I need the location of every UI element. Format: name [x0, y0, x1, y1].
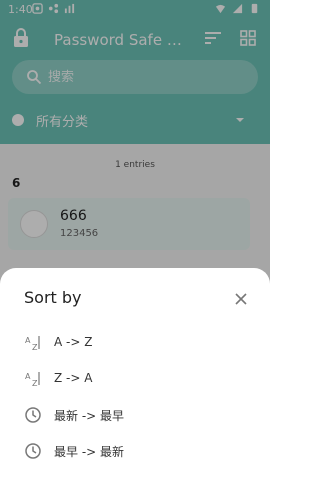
sort-option-label: Z -> A — [54, 371, 93, 385]
sort-option-label: 最早 -> 最新 — [54, 445, 125, 459]
svg-text:A: A — [25, 336, 31, 345]
clock-icon — [25, 407, 41, 423]
app-screen: 1:40 Password Safe 专业版 所有分类 — [0, 0, 270, 480]
clock-icon — [25, 443, 41, 459]
sort-alpha-icon: AZ — [25, 336, 40, 352]
sort-option-z-a[interactable]: AZ Z -> A — [0, 362, 270, 394]
sort-option-label: A -> Z — [54, 335, 93, 349]
sort-option-oldest-first[interactable]: 最早 -> 最新 — [0, 434, 270, 466]
sheet-title: Sort by — [24, 288, 82, 307]
sort-option-a-z[interactable]: AZ A -> Z — [0, 326, 270, 358]
sort-option-newest-first[interactable]: 最新 -> 最早 — [0, 398, 270, 430]
close-icon[interactable] — [234, 292, 248, 306]
sort-option-label: 最新 -> 最早 — [54, 409, 125, 423]
svg-text:Z: Z — [32, 379, 38, 388]
sort-bottom-sheet: Sort by AZ A -> Z AZ Z -> A 最新 -> 最早 最早 … — [0, 268, 270, 480]
svg-text:A: A — [25, 372, 31, 381]
sort-alpha-icon: AZ — [25, 372, 40, 388]
svg-text:Z: Z — [32, 343, 38, 352]
